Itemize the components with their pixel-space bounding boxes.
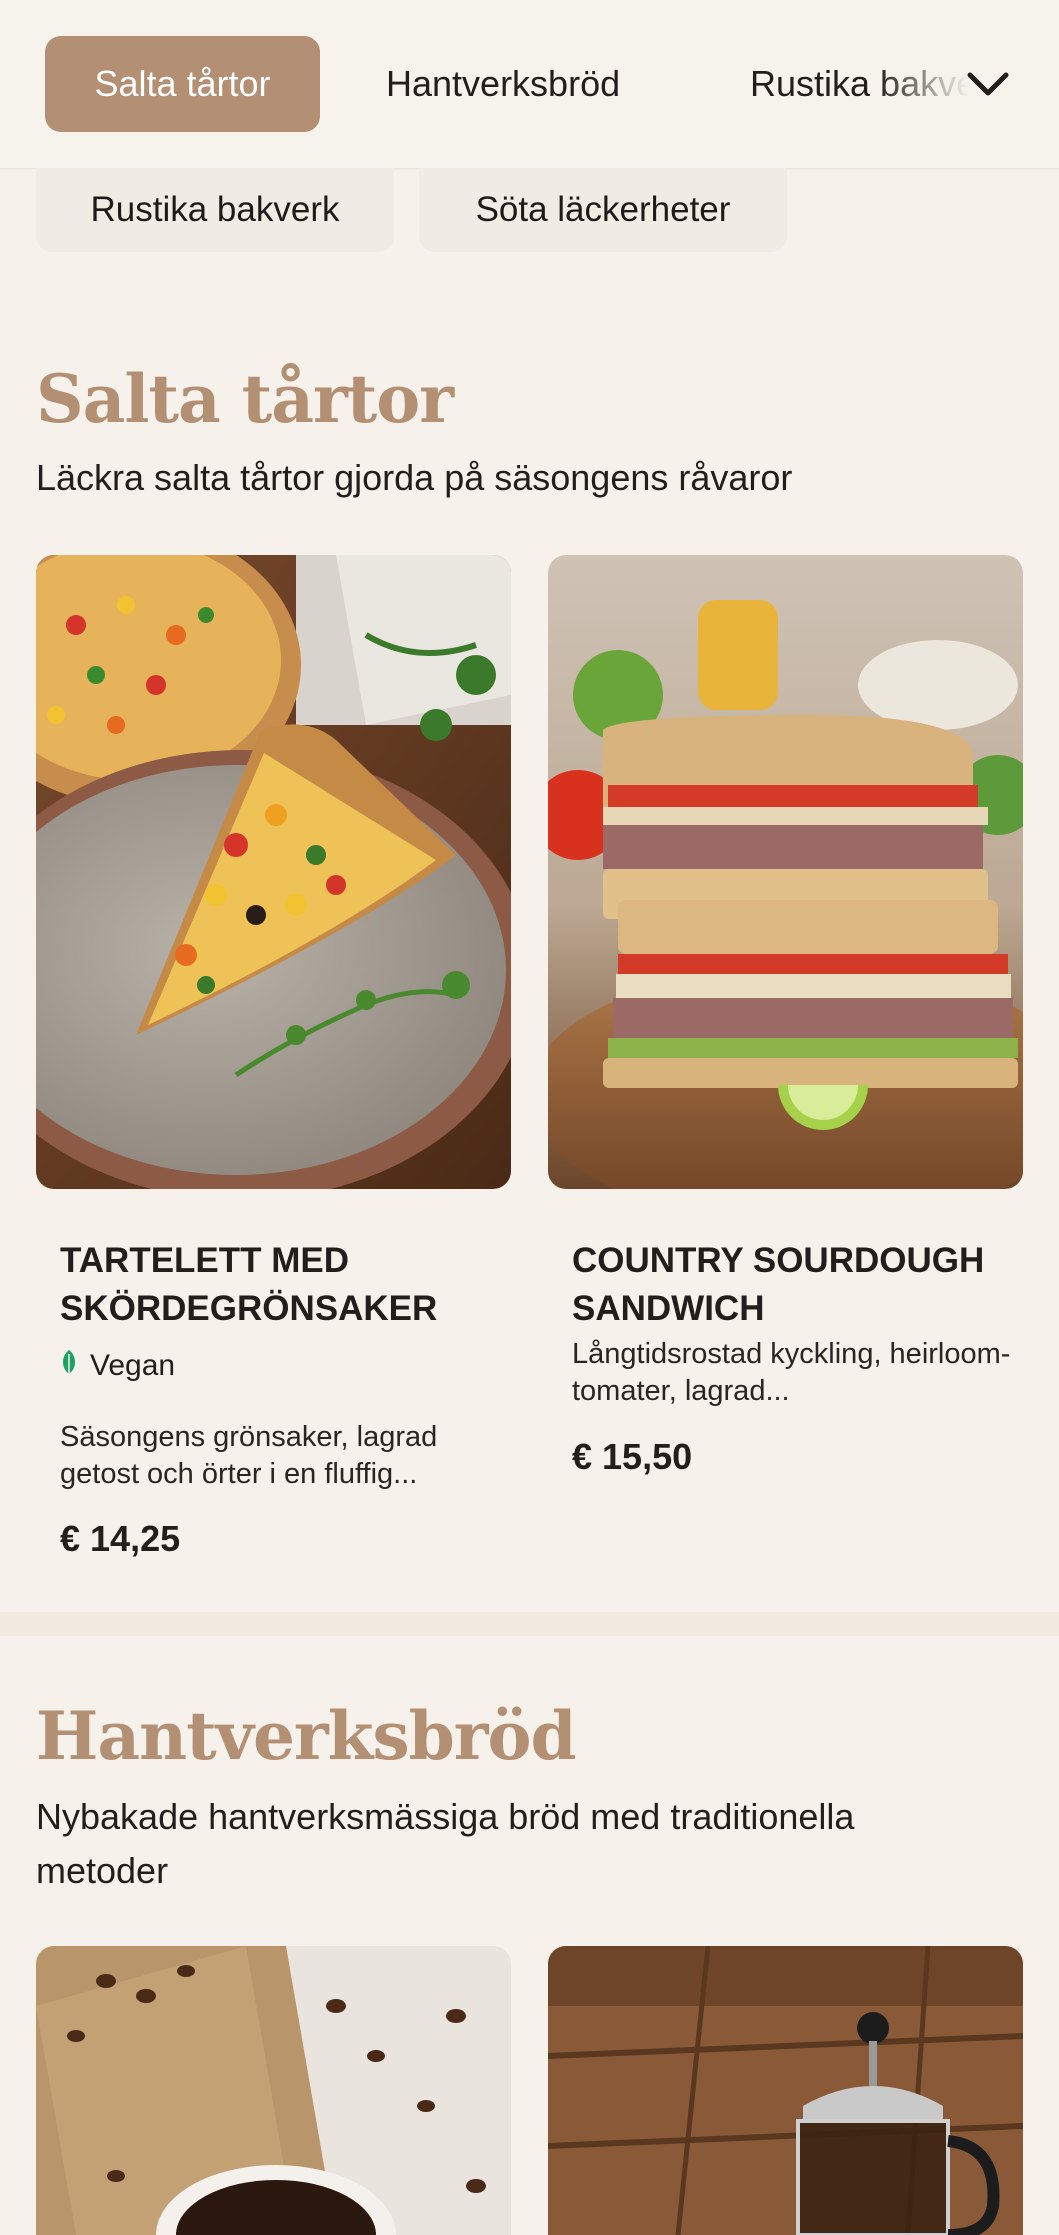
product-price: € 15,50: [572, 1436, 693, 1477]
section-subtitle: Nybakade hantverksmässiga bröd med tradi…: [36, 1796, 855, 1891]
nav-tab-salta-tartor[interactable]: Salta tårtor: [45, 36, 320, 132]
category-nav: Salta tårtor Hantverksbröd Rustika bakve…: [0, 0, 1059, 169]
leaf-icon: [60, 1348, 78, 1384]
product-image-sandwich[interactable]: [548, 555, 1023, 1189]
product-image-quiche[interactable]: [36, 555, 511, 1189]
product-title[interactable]: COUNTRY SOURDOUGH SANDWICH: [572, 1237, 1012, 1333]
section-divider: [0, 1612, 1059, 1636]
vegan-tag: Vegan: [60, 1348, 175, 1384]
product-description: Säsongens grönsaker, lagrad getost och ö…: [60, 1421, 438, 1490]
nav-tab-rustika-bakverk[interactable]: Rustika bakverk: [750, 36, 980, 132]
product-image-coffee[interactable]: [36, 1946, 511, 2235]
section-subtitle: Läckra salta tårtor gjorda på säsongens …: [36, 457, 793, 498]
overflow-chip-sota-lackerheter[interactable]: Söta läckerheter: [419, 168, 787, 252]
product-title[interactable]: TARTELETT MED SKÖRDEGRÖNSAKER: [60, 1237, 500, 1333]
product-price: € 14,25: [60, 1518, 181, 1559]
tag-label: Vegan: [90, 1349, 176, 1382]
overflow-chip-rustika-bakverk[interactable]: Rustika bakverk: [36, 168, 394, 252]
section-title: Salta tårtor: [36, 360, 454, 438]
product-description: Långtidsrostad kyckling, heirloom-tomate…: [572, 1338, 1011, 1407]
product-image-french-press[interactable]: [548, 1946, 1023, 2235]
nav-tab-hantverksbrod[interactable]: Hantverksbröd: [386, 36, 620, 132]
section-title: Hantverksbröd: [36, 1697, 577, 1775]
chevron-down-icon[interactable]: [960, 56, 1016, 112]
